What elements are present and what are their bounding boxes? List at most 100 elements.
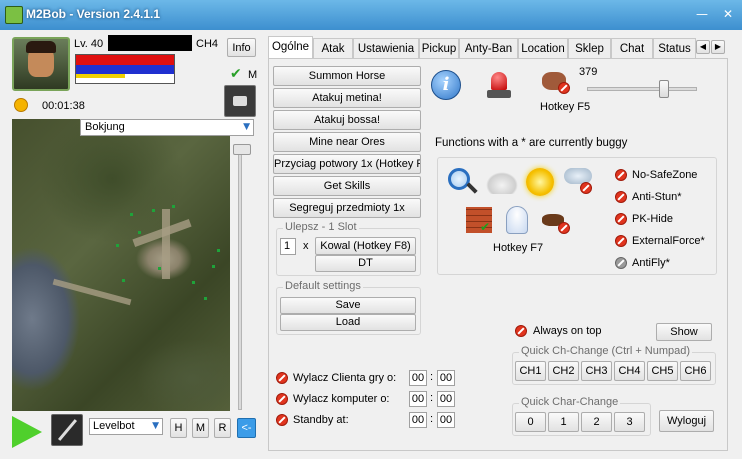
r-button[interactable]: R: [214, 418, 231, 438]
title-bar: M2Bob - Version 2.4.1.1 — ✕: [0, 0, 742, 30]
magnifier-button[interactable]: [446, 166, 480, 200]
tab-pickup[interactable]: Pickup: [419, 38, 459, 58]
alarm-button[interactable]: [485, 72, 513, 100]
disabled-badge-icon: [558, 82, 570, 94]
external-force-toggle-icon[interactable]: [615, 235, 627, 247]
info-icon[interactable]: i: [431, 70, 461, 100]
tab-atak[interactable]: Atak: [313, 38, 353, 58]
character-name-redacted: [108, 35, 192, 51]
tab-ustawienia[interactable]: Ustawienia: [353, 38, 419, 58]
tab-anty-ban[interactable]: Anty-Ban: [459, 38, 518, 58]
upgrade-count-value: 1: [284, 240, 291, 252]
always-on-top-toggle-icon[interactable]: [515, 325, 527, 337]
char-0-button[interactable]: 0: [515, 412, 546, 432]
tab-chat[interactable]: Chat: [611, 38, 653, 58]
ch4-button[interactable]: CH4: [614, 361, 645, 381]
camera-button[interactable]: [224, 85, 256, 117]
hotkey-slider-thumb[interactable]: [659, 80, 669, 98]
check-icon: ✔: [480, 220, 491, 234]
no-safezone-label: No-SafeZone: [632, 169, 698, 181]
tab-scroll-left[interactable]: ◀: [696, 40, 710, 54]
mine-ores-button[interactable]: Mine near Ores: [273, 132, 421, 152]
tab-location[interactable]: Location: [518, 38, 568, 58]
back-button[interactable]: <-: [237, 418, 256, 438]
tab-status[interactable]: Status: [653, 38, 696, 58]
timer-label: 00:01:38: [42, 100, 85, 112]
kowal-button[interactable]: Kowal (Hotkey F8): [315, 237, 416, 255]
exp-bar: [76, 74, 125, 78]
atakuj-metina-button[interactable]: Atakuj metina!: [273, 88, 421, 108]
channel-label: CH4: [196, 38, 219, 50]
ghost-icon[interactable]: [506, 206, 528, 234]
atakuj-bossa-button[interactable]: Atakuj bossa!: [273, 110, 421, 130]
map-path: [52, 278, 132, 306]
computer-minute-input[interactable]: 00: [437, 391, 455, 407]
minimap[interactable]: [12, 119, 230, 411]
sword-button[interactable]: [51, 414, 83, 446]
computer-shutdown-toggle-icon[interactable]: [276, 393, 288, 405]
anti-fly-toggle-icon[interactable]: [615, 257, 627, 269]
tab-sklep[interactable]: Sklep: [568, 38, 611, 58]
load-button[interactable]: Load: [280, 314, 416, 331]
snow-cloud-button[interactable]: [564, 168, 594, 196]
default-settings-title: Default settings: [283, 280, 363, 292]
client-hour-input[interactable]: 00: [409, 370, 427, 386]
computer-hour-input[interactable]: 00: [409, 391, 427, 407]
tab-scroll-right[interactable]: ▶: [711, 40, 725, 54]
disabled-badge-icon: [558, 222, 570, 234]
wall-button[interactable]: ✔: [466, 207, 494, 235]
upgrade-x-label: x: [303, 240, 309, 252]
hotkey-f5-button[interactable]: [540, 66, 572, 96]
monster-marker: [172, 205, 175, 208]
summon-horse-button[interactable]: Summon Horse: [273, 66, 421, 86]
h-button[interactable]: H: [170, 418, 187, 438]
zoom-slider-thumb[interactable]: [233, 144, 251, 155]
ch1-button[interactable]: CH1: [515, 361, 546, 381]
wyloguj-button[interactable]: Wyloguj: [659, 410, 714, 432]
ch3-button[interactable]: CH3: [581, 361, 612, 381]
time-separator: :: [430, 413, 434, 425]
standby-hour-input[interactable]: 00: [409, 412, 427, 428]
get-skills-button[interactable]: Get Skills: [273, 176, 421, 196]
ch2-button[interactable]: CH2: [548, 361, 579, 381]
ch5-button[interactable]: CH5: [647, 361, 678, 381]
save-button[interactable]: Save: [280, 297, 416, 314]
monster-marker: [204, 297, 207, 300]
play-icon[interactable]: [12, 416, 42, 448]
przyciag-button[interactable]: Przyciag potwory 1x (Hotkey F9): [273, 154, 421, 174]
char-3-button[interactable]: 3: [614, 412, 645, 432]
upgrade-count-input[interactable]: 1: [280, 238, 296, 255]
dt-button[interactable]: DT: [315, 255, 416, 272]
standby-minute-input[interactable]: 00: [437, 412, 455, 428]
hotkey-slider-track[interactable]: [587, 87, 697, 91]
minimize-button[interactable]: —: [692, 7, 712, 21]
tab-ogolne[interactable]: Ogólne: [268, 36, 313, 59]
standby-toggle-icon[interactable]: [276, 414, 288, 426]
char-1-button[interactable]: 1: [548, 412, 579, 432]
mode-select[interactable]: Levelbot ▼: [89, 418, 163, 435]
client-shutdown-toggle-icon[interactable]: [276, 372, 288, 384]
functions-note: Functions with a * are currently buggy: [435, 137, 628, 149]
map-path: [162, 209, 170, 279]
fog-icon[interactable]: [486, 172, 518, 194]
client-minute-input[interactable]: 00: [437, 370, 455, 386]
animal-button[interactable]: [540, 208, 572, 236]
char-2-button[interactable]: 2: [581, 412, 612, 432]
close-button[interactable]: ✕: [718, 7, 738, 21]
anti-stun-toggle-icon[interactable]: [615, 191, 627, 203]
standby-label: Standby at:: [293, 414, 349, 426]
monster-marker: [192, 281, 195, 284]
segreguj-button[interactable]: Segreguj przedmioty 1x: [273, 198, 421, 218]
zoom-slider-track[interactable]: [238, 144, 242, 410]
info-button[interactable]: Info: [227, 38, 256, 57]
no-safezone-toggle-icon[interactable]: [615, 169, 627, 181]
anti-fly-label: AntiFly*: [632, 257, 670, 269]
m-button[interactable]: M: [192, 418, 209, 438]
map-select[interactable]: Bokjung ▼: [80, 119, 254, 136]
show-button[interactable]: Show: [656, 323, 712, 341]
pk-hide-toggle-icon[interactable]: [615, 213, 627, 225]
monster-marker: [217, 249, 220, 252]
ch6-button[interactable]: CH6: [680, 361, 711, 381]
sun-icon[interactable]: [526, 168, 554, 196]
hotkey-f5-label: Hotkey F5: [540, 101, 591, 113]
